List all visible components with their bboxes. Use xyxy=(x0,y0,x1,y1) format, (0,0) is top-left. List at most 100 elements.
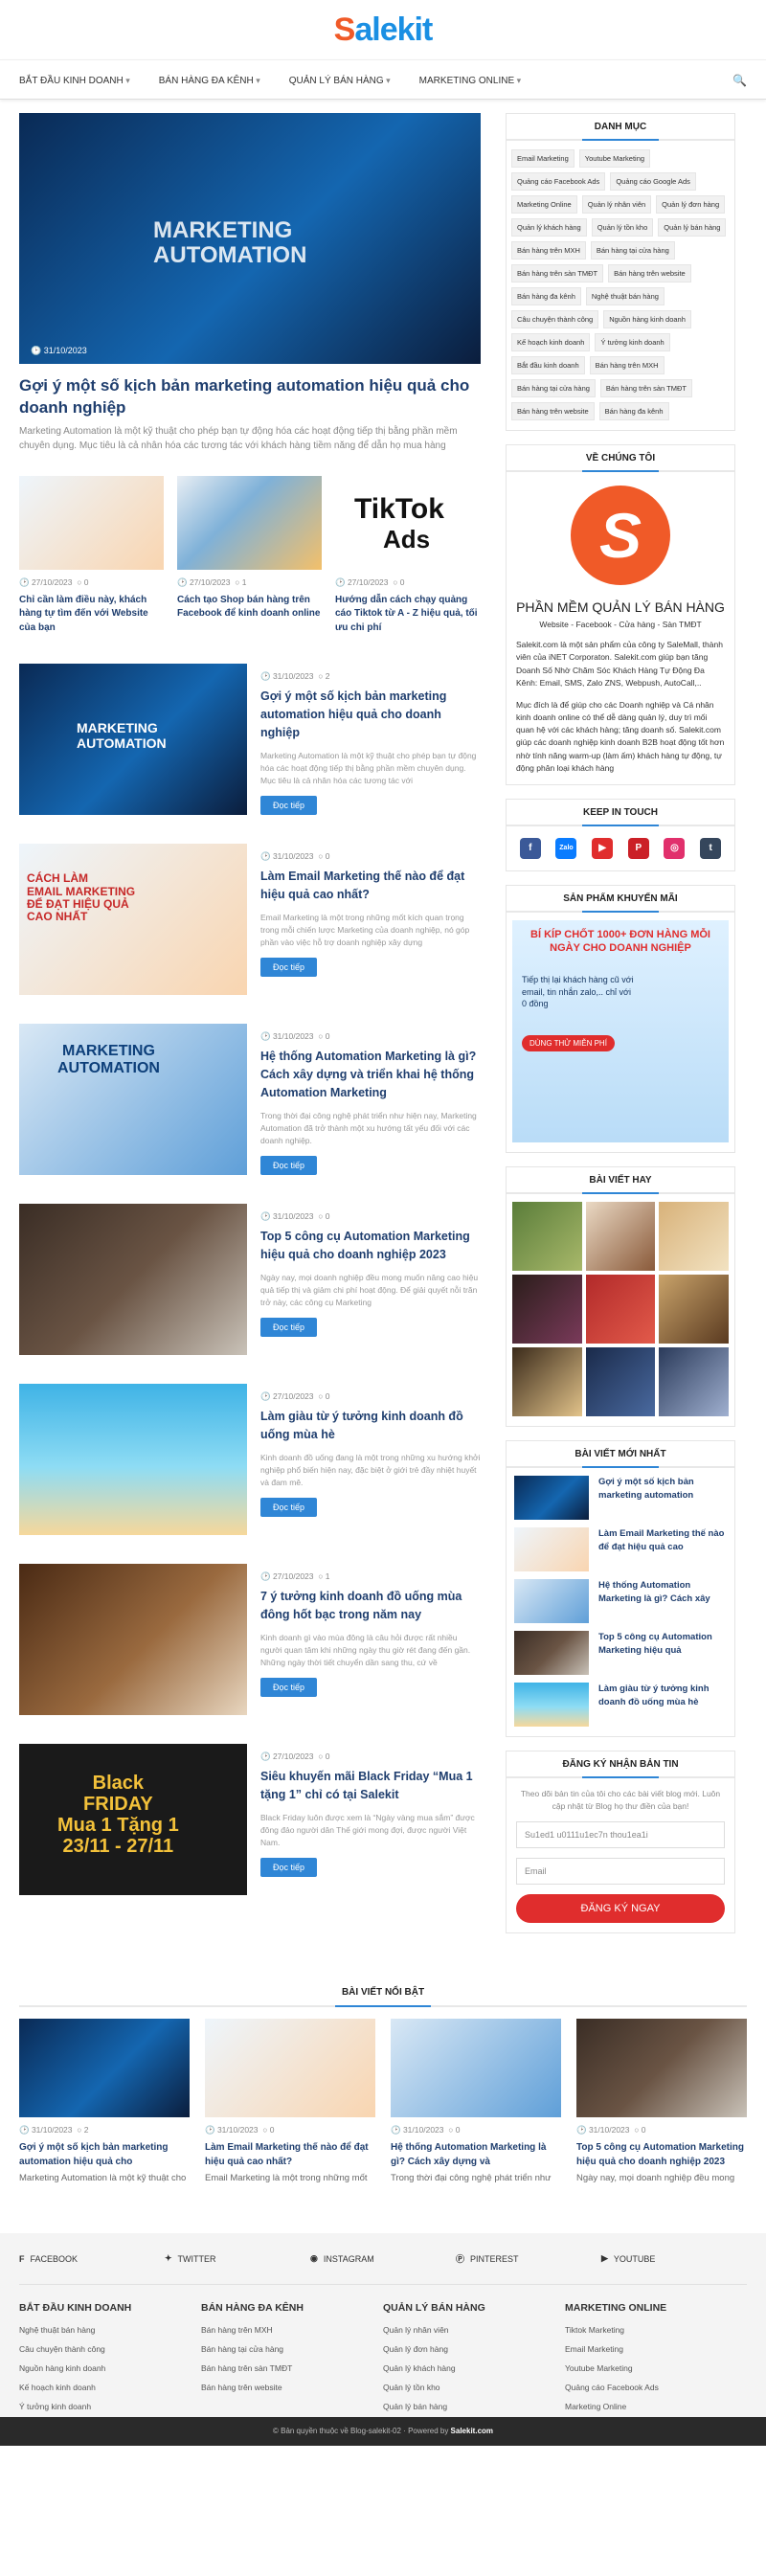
category-tag[interactable]: Bán hàng trên website xyxy=(511,402,595,420)
footer-link[interactable]: Kế hoạch kinh doanh xyxy=(19,2383,201,2392)
footer-link[interactable]: Nguồn hàng kinh doanh xyxy=(19,2363,201,2373)
footer-link[interactable]: Youtube Marketing xyxy=(565,2363,747,2373)
post-thumbnail[interactable]: MARKETING AUTOMATION xyxy=(19,664,247,816)
category-tag[interactable]: Marketing Online xyxy=(511,195,577,214)
post-title[interactable]: Gợi ý một số kịch bản marketing automati… xyxy=(19,2141,190,2169)
footer-link[interactable]: Quảng cáo Facebook Ads xyxy=(565,2383,747,2392)
category-tag[interactable]: Kế hoạch kinh doanh xyxy=(511,333,591,351)
category-tag[interactable]: Bán hàng trên website xyxy=(608,264,691,282)
post-title[interactable]: Hệ thống Automation Marketing là gì? Các… xyxy=(391,2141,561,2169)
nav-item-bat-dau-kinh-doanh[interactable]: BẮT ĐẦU KINH DOANH xyxy=(19,76,130,86)
post-title[interactable]: Làm Email Marketing thế nào để đạt hiệu … xyxy=(205,2141,375,2169)
grid-image[interactable] xyxy=(512,1201,582,1271)
category-tag[interactable]: Email Marketing xyxy=(511,149,574,168)
facebook-icon[interactable]: f xyxy=(519,837,541,859)
footer-link[interactable]: Bán hàng trên website xyxy=(201,2383,383,2392)
post-thumbnail[interactable] xyxy=(576,2019,747,2118)
grid-image[interactable] xyxy=(659,1346,729,1416)
category-tag[interactable]: Quản lý khách hàng xyxy=(511,218,587,237)
post-thumbnail[interactable] xyxy=(19,2019,190,2118)
category-tag[interactable]: Bán hàng trên MXH xyxy=(589,356,665,374)
category-tag[interactable]: Youtube Marketing xyxy=(578,149,651,168)
post-title[interactable]: Hướng dẫn cách chạy quảng cáo Tiktok từ … xyxy=(335,594,480,636)
category-tag[interactable]: Bán hàng trên sàn TMĐT xyxy=(599,379,692,397)
category-tag[interactable]: Bán hàng đa kênh xyxy=(511,287,581,305)
footer-youtube-link[interactable]: ▶ YOUTUBE xyxy=(601,2253,747,2264)
hero-image[interactable]: MARKETING AUTOMATION 🕑 31/10/2023 xyxy=(19,113,481,364)
site-logo[interactable]: Salekit xyxy=(334,11,434,49)
footer-link[interactable]: Bán hàng trên sàn TMĐT xyxy=(201,2363,383,2373)
grid-image[interactable] xyxy=(585,1201,656,1271)
category-tag[interactable]: Bán hàng đa kênh xyxy=(598,402,669,420)
category-tag[interactable]: Quản lý đơn hàng xyxy=(656,195,726,214)
footer-twitter-link[interactable]: ✦ TWITTER xyxy=(165,2253,310,2264)
category-tag[interactable]: Quảng cáo Google Ads xyxy=(610,172,696,191)
post-thumbnail[interactable] xyxy=(19,1384,247,1536)
post-title[interactable]: 7 ý tưởng kinh doanh đồ uống mùa đông hố… xyxy=(260,1588,481,1624)
grid-image[interactable] xyxy=(659,1201,729,1271)
category-tag[interactable]: Quản lý tồn kho xyxy=(591,218,654,237)
category-tag[interactable]: Bán hàng tại cửa hàng xyxy=(511,379,596,397)
footer-instagram-link[interactable]: ◉ INSTAGRAM xyxy=(310,2253,456,2264)
email-input[interactable]: Email xyxy=(516,1858,725,1886)
read-more-button[interactable]: Đọc tiếp xyxy=(260,957,318,977)
post-thumbnail[interactable]: Black FRIDAY Mua 1 Tặng 1 23/11 - 27/11 xyxy=(19,1744,247,1896)
category-tag[interactable]: Quản lý nhân viên xyxy=(581,195,652,214)
post-title[interactable]: Top 5 công cụ Automation Marketing hiệu … xyxy=(260,1228,481,1264)
post-thumbnail[interactable]: MARKETING AUTOMATION xyxy=(19,1024,247,1176)
instagram-icon[interactable]: ◎ xyxy=(664,837,686,859)
footer-link[interactable]: Tiktok Marketing xyxy=(565,2325,747,2335)
category-tag[interactable]: Bán hàng tại cửa hàng xyxy=(590,241,675,260)
footer-link[interactable]: Quản lý bán hàng xyxy=(383,2402,565,2411)
footer-link[interactable]: Marketing Online xyxy=(565,2402,747,2411)
category-tag[interactable]: Ý tưởng kinh doanh xyxy=(595,333,670,351)
post-thumbnail[interactable] xyxy=(177,475,322,570)
hero-title[interactable]: Gợi ý một số kịch bản marketing automati… xyxy=(19,375,481,419)
search-icon[interactable]: 🔍 xyxy=(732,74,747,87)
nav-item-marketing-online[interactable]: MARKETING ONLINE xyxy=(419,76,522,86)
read-more-button[interactable]: Đọc tiếp xyxy=(260,795,318,815)
zalo-icon[interactable]: Zalo xyxy=(555,837,577,859)
grid-image[interactable] xyxy=(512,1274,582,1344)
category-tag[interactable]: Nguồn hàng kinh doanh xyxy=(603,310,691,328)
recent-post-title[interactable]: Làm giàu từ ý tưởng kinh doanh đồ uống m… xyxy=(598,1683,727,1727)
category-tag[interactable]: Quản lý bán hàng xyxy=(658,218,727,237)
post-thumbnail[interactable] xyxy=(19,475,164,570)
nav-item-ban-hang-da-kenh[interactable]: BÁN HÀNG ĐA KÊNH xyxy=(159,76,260,86)
post-thumbnail[interactable] xyxy=(514,1578,589,1623)
post-title[interactable]: Làm giàu từ ý tưởng kinh doanh đồ uống m… xyxy=(260,1408,481,1444)
read-more-button[interactable]: Đọc tiếp xyxy=(260,1677,318,1697)
footer-link[interactable]: Email Marketing xyxy=(565,2344,747,2354)
post-title[interactable]: Hệ thống Automation Marketing là gì? Các… xyxy=(260,1048,481,1101)
recent-post-title[interactable]: Hệ thống Automation Marketing là gì? Các… xyxy=(598,1579,727,1623)
subscribe-button[interactable]: ĐĂNG KÝ NGAY xyxy=(516,1894,725,1924)
pinterest-icon[interactable]: P xyxy=(627,837,649,859)
footer-link[interactable]: Bán hàng trên MXH xyxy=(201,2325,383,2335)
phone-input[interactable]: Su1ed1 u0111u1ec7n thou1ea1i xyxy=(516,1821,725,1849)
post-thumbnail[interactable] xyxy=(514,1630,589,1675)
footer-link[interactable]: Quản lý đơn hàng xyxy=(383,2344,565,2354)
category-tag[interactable]: Quảng cáo Facebook Ads xyxy=(511,172,606,191)
read-more-button[interactable]: Đọc tiếp xyxy=(260,1497,318,1517)
grid-image[interactable] xyxy=(659,1274,729,1344)
nav-item-quan-ly-ban-hang[interactable]: QUẢN LÝ BÁN HÀNG xyxy=(289,76,391,86)
footer-link[interactable]: Quản lý khách hàng xyxy=(383,2363,565,2373)
footer-link[interactable]: Quản lý tồn kho xyxy=(383,2383,565,2392)
footer-link[interactable]: Quản lý nhân viên xyxy=(383,2325,565,2335)
post-thumbnail[interactable] xyxy=(205,2019,375,2118)
post-title[interactable]: Chỉ cần làm điều này, khách hàng tự tìm … xyxy=(19,594,164,636)
footer-pinterest-link[interactable]: Ⓟ PINTEREST xyxy=(456,2252,601,2265)
post-thumbnail[interactable]: TikTok Ads xyxy=(335,475,480,570)
category-tag[interactable]: Bán hàng trên sàn TMĐT xyxy=(511,264,604,282)
grid-image[interactable] xyxy=(585,1274,656,1344)
footer-facebook-link[interactable]: f FACEBOOK xyxy=(19,2254,165,2264)
post-title[interactable]: Siêu khuyến mãi Black Friday “Mua 1 tặng… xyxy=(260,1768,481,1804)
footer-link[interactable]: Bán hàng tại cửa hàng xyxy=(201,2344,383,2354)
recent-post-title[interactable]: Top 5 công cụ Automation Marketing hiệu … xyxy=(598,1631,727,1675)
category-tag[interactable]: Câu chuyện thành công xyxy=(511,310,599,328)
grid-image[interactable] xyxy=(585,1346,656,1416)
post-thumbnail[interactable] xyxy=(514,1682,589,1727)
category-tag[interactable]: Nghệ thuật bán hàng xyxy=(585,287,665,305)
post-thumbnail[interactable] xyxy=(19,1204,247,1356)
post-thumbnail[interactable]: CÁCH LÀM EMAIL MARKETING ĐỂ ĐẠT HIỆU QUẢ… xyxy=(19,844,247,996)
